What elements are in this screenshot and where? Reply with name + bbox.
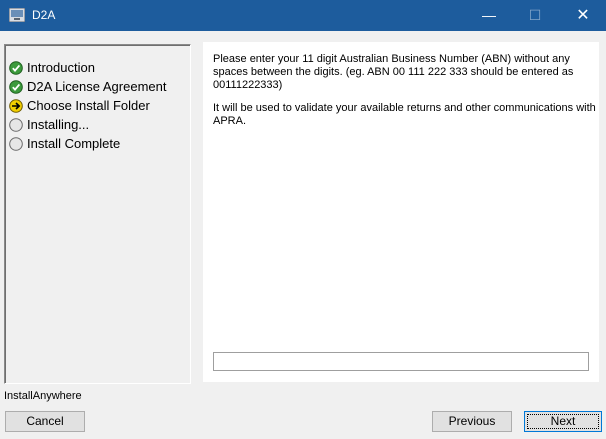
instruction-paragraph: It will be used to validate your availab…: [213, 102, 596, 127]
next-button[interactable]: Next: [524, 411, 602, 432]
instruction-paragraph: Please enter your 11 digit Australian Bu…: [213, 53, 574, 91]
abn-input[interactable]: [213, 352, 589, 371]
check-circle-icon: [9, 61, 23, 75]
minimize-button[interactable]: —: [466, 0, 512, 31]
step-label: Introduction: [27, 60, 95, 75]
cancel-button[interactable]: Cancel: [5, 411, 85, 432]
step-label: Installing...: [27, 117, 90, 132]
content-panel: Please enter your 11 digit Australian Bu…: [203, 42, 599, 382]
instructions: Please enter your 11 digit Australian Bu…: [213, 53, 597, 138]
step-label: D2A License Agreement: [27, 79, 167, 94]
app-icon: [9, 8, 25, 22]
arrow-circle-icon: [9, 99, 23, 113]
maximize-button[interactable]: ☐: [512, 0, 558, 31]
installanywhere-label: InstallAnywhere: [4, 390, 82, 402]
title-bar[interactable]: D2A — ☐ ✕: [0, 0, 606, 31]
step-label: Choose Install Folder: [27, 98, 150, 113]
installer-body: Introduction D2A License Agreement Choos…: [0, 31, 606, 439]
empty-circle-icon: [9, 137, 23, 151]
focus-ring: [527, 414, 599, 429]
close-button[interactable]: ✕: [560, 0, 606, 31]
steps-panel: Introduction D2A License Agreement Choos…: [4, 44, 191, 384]
window-title: D2A: [32, 8, 56, 22]
previous-button[interactable]: Previous: [432, 411, 512, 432]
check-circle-icon: [9, 80, 23, 94]
step-label: Install Complete: [27, 136, 121, 151]
empty-circle-icon: [9, 118, 23, 132]
